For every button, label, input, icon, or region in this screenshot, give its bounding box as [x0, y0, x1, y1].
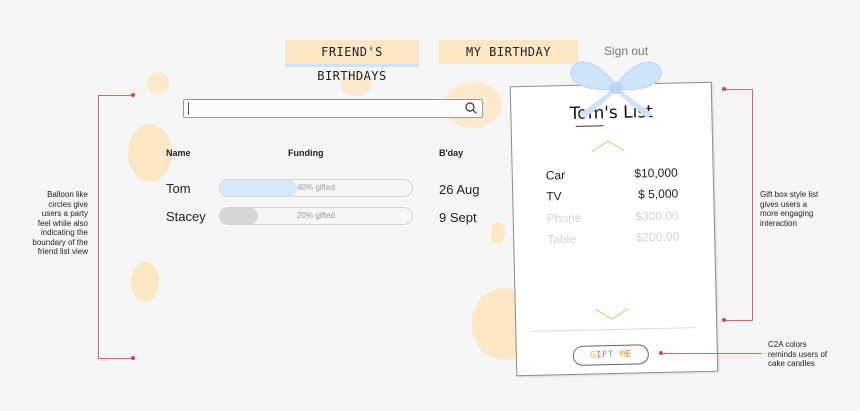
tab-friends-birthdays[interactable]: FRIEND'S BIRTHDAYS	[285, 40, 419, 83]
gift-item-name: Phone	[546, 210, 582, 226]
friend-name: Stacey	[166, 209, 206, 224]
annotation-balloon-note: Balloon like circles give users a party …	[32, 190, 88, 256]
gift-item-name: Car	[545, 168, 566, 183]
column-header-name: Name	[166, 148, 191, 158]
gift-letter: E	[625, 349, 632, 360]
gift-item[interactable]: Car $10,000	[546, 166, 678, 183]
annotation-giftbox-note: Gift box style list gives users a more e…	[760, 190, 819, 228]
annotation-c2a-note: C2A colors reminds users of cake candles	[768, 340, 828, 368]
annotation-dot	[722, 318, 726, 322]
friend-name: Tom	[166, 181, 191, 196]
annotation-bracket	[98, 95, 99, 359]
gift-item-price: $200.00	[635, 229, 680, 245]
chevron-up-icon[interactable]	[590, 139, 626, 154]
gift-item[interactable]: TV $ 5,000	[546, 187, 678, 204]
title-underline	[575, 125, 604, 127]
card-divider	[531, 327, 697, 332]
annotation-dot	[131, 93, 135, 97]
funding-label: 20% gifted	[297, 211, 335, 220]
annotation-dot	[131, 356, 135, 360]
gift-item[interactable]: Table $200.00	[547, 230, 679, 247]
annotation-dot	[659, 351, 663, 355]
gift-me-button[interactable]: GIFT ME	[572, 344, 650, 366]
friend-birthday: 26 Aug	[439, 182, 480, 197]
gift-item-name: Table	[547, 231, 577, 247]
balloon-circle	[491, 222, 505, 244]
search-icon[interactable]	[464, 101, 478, 115]
annotation-bracket	[724, 320, 753, 321]
funding-label: 40% gifted	[297, 183, 335, 192]
tab-my-birthday[interactable]: MY BIRTHDAY	[439, 40, 578, 64]
funding-progress-bar: 20% gifted	[219, 207, 413, 225]
column-header-bday: B'day	[439, 148, 464, 158]
annotation-pointer	[662, 353, 762, 354]
gift-item[interactable]: Phone $300.00	[547, 209, 679, 226]
annotation-bracket	[752, 89, 753, 321]
gift-item-name: TV	[546, 189, 562, 204]
annotation-bracket	[98, 358, 132, 359]
search-input[interactable]	[183, 99, 483, 118]
balloon-circle	[147, 72, 169, 94]
column-header-funding: Funding	[288, 148, 324, 158]
bow-icon	[570, 61, 662, 118]
gift-item-price: $ 5,000	[638, 186, 679, 202]
annotation-bracket	[98, 95, 132, 96]
funding-progress-bar: 40% gifted	[219, 179, 413, 197]
gift-list-card: Tom's List Car $10,000 TV $ 5,000 Phone …	[509, 81, 719, 377]
gift-item-price: $10,000	[634, 165, 678, 181]
annotation-bracket	[724, 89, 753, 90]
friend-birthday: 9 Sept	[439, 210, 477, 225]
chevron-down-icon[interactable]	[594, 307, 630, 322]
text-cursor	[188, 102, 189, 115]
balloon-circle	[131, 262, 159, 302]
annotation-dot	[722, 87, 726, 91]
gift-item-price: $300.00	[635, 208, 679, 224]
